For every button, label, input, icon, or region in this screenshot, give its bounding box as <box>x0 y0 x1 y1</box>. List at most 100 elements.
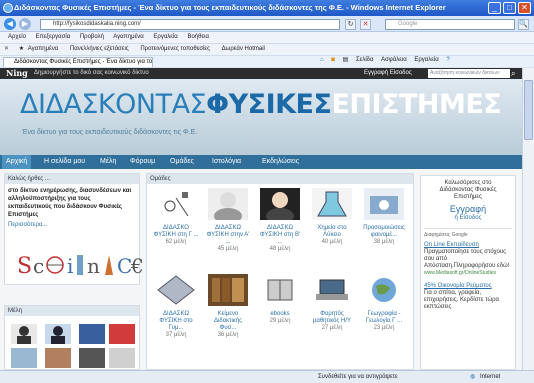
sidebar-login-link[interactable]: ή Είσοδος <box>421 215 515 222</box>
ad1-text: Πραγματοποίησε τους στόχους σου από Απόσ… <box>424 249 510 269</box>
close-window-button[interactable]: ✕ <box>518 2 531 14</box>
search-go-icon[interactable]: 🔍 <box>518 19 529 30</box>
group-name[interactable]: ebooks <box>257 311 303 318</box>
group-item[interactable]: Προσομοιώσεις φαινομέ... 38 μέλη <box>361 188 407 246</box>
cmd-page[interactable]: Σελίδα <box>356 57 374 63</box>
welcome-more-link[interactable]: Περισσότερα... <box>5 222 139 228</box>
links-item-exams[interactable]: Πανελλήνιες εξετάσεις <box>70 46 129 52</box>
sidebar-welcome-line1: Καλωσόρισες στο <box>444 180 492 186</box>
member-avatar[interactable] <box>79 348 105 368</box>
groups-box: Ομάδες ΔΙΔΑΣΚΟ ΦΥΣΙΚΗ στη Γ ... 62 μέλη … <box>146 173 414 370</box>
group-name[interactable]: ΔΙΔΑΣΚΩ ΦΥΣΙΚΗ στη Β' ... <box>257 225 303 246</box>
group-item[interactable]: Γεωγραφία - Γεωλογία Γ ... 23 μέλη <box>361 274 407 332</box>
ning-search-icon[interactable]: ⌕ <box>511 68 515 79</box>
group-name[interactable]: ΔΙΔΑΣΚΩ ΦΥΣΙΚΗ στο Γυμ... <box>153 311 199 332</box>
site-title-part1: ΔΙΔΑΣΚΟΝΤΑΣ <box>20 89 207 120</box>
menu-tools[interactable]: Εργαλεία <box>153 34 177 40</box>
ning-signup-links[interactable]: Εγγραφή Είσοδος <box>364 68 412 79</box>
search-input[interactable]: Google <box>385 19 515 30</box>
minimize-button[interactable]: _ <box>488 2 501 14</box>
sidebar-signup-link[interactable]: Εγγραφή <box>421 204 515 215</box>
svg-text:n: n <box>87 254 100 278</box>
member-avatar[interactable] <box>109 348 135 368</box>
ning-tagline[interactable]: Δημιουργήστε το δικό σας κοινωνικό δίκτυ… <box>34 68 149 79</box>
group-member-count: 45 μέλη <box>217 246 239 252</box>
group-item[interactable]: ΔΙΔΑΣΚΩ ΦΥΣΙΚΗ στη Β' ... 48 μέλη <box>257 188 303 253</box>
tab-current[interactable]: Διδάσκοντας Φυσικές Επιστήμες - Ένα δίκτ… <box>3 57 153 67</box>
ning-logo[interactable]: Ning <box>6 68 28 79</box>
nav-forum[interactable]: Φόρουμ <box>130 155 155 169</box>
member-avatar[interactable] <box>45 348 71 368</box>
group-thumbnail <box>364 274 404 306</box>
links-item-favorites[interactable]: Αγαπημένα <box>28 46 58 52</box>
member-avatar[interactable] <box>79 324 105 344</box>
group-member-count: 27 μέλη <box>321 325 343 331</box>
group-item[interactable]: ΔΙΔΑΣΚΟ ΦΥΣΙΚΗ στη Γ ... 62 μέλη <box>153 188 199 246</box>
group-name[interactable]: ΔΙΔΑΣΚΩ ΦΥΣΙΚΗ στην Α' ... <box>205 225 251 246</box>
stop-button[interactable]: ✕ <box>360 19 371 30</box>
welcome-text: στο δίκτυο ενημέρωσης, διασυνδέσεων και … <box>8 188 132 218</box>
home-icon[interactable]: ⌂ <box>320 57 324 63</box>
status-bar: Συνδεθείτε για να αντιγράψετε ◍ Internet <box>0 370 534 383</box>
group-item[interactable]: Χημεία στο Λύκειο 40 μέλη <box>309 188 355 246</box>
nav-members[interactable]: Μέλη <box>100 155 116 169</box>
member-avatar[interactable] <box>109 324 135 344</box>
group-item[interactable]: ebooks 29 μέλη <box>257 274 303 325</box>
group-name[interactable]: Φορητός μαθητικός Η/Υ <box>309 311 355 325</box>
cmd-safety[interactable]: Ασφάλεια <box>381 57 407 63</box>
url-input[interactable]: http://fysikosdidaskalia.ning.com/ <box>40 19 340 30</box>
group-name[interactable]: ΔΙΔΑΣΚΟ ΦΥΣΙΚΗ στη Γ ... <box>153 225 199 239</box>
cmd-tools[interactable]: Εργαλεία <box>414 57 438 63</box>
site-title[interactable]: ΔΙΔΑΣΚΟΝΤΑΣΦΥΣΙΚΕΣΕΠΙΣΤΗΜΕΣ <box>20 89 502 120</box>
nav-home[interactable]: Αρχική <box>2 155 32 169</box>
links-bar: ✕ ★ Αγαπημένα Πανελλήνιες εξετάσεις Προτ… <box>0 43 534 55</box>
welcome-box: Καλώς ήρθες ... στο δίκτυο ενημέρωσης, δ… <box>4 173 143 285</box>
member-avatar[interactable] <box>45 324 71 344</box>
group-name[interactable]: Κείμενο Διδακτικής Φυσ... <box>205 311 251 332</box>
group-name[interactable]: Προσομοιώσεις φαινομέ... <box>361 225 407 239</box>
links-close-icon[interactable]: ✕ <box>4 46 9 52</box>
ning-search-input[interactable]: Αναζήτηση κοινωνικών δικτύων <box>428 69 510 78</box>
vertical-scrollbar[interactable] <box>522 68 534 370</box>
menu-file[interactable]: Αρχείο <box>8 34 26 40</box>
group-thumbnail <box>260 188 300 224</box>
member-avatar[interactable] <box>11 324 37 344</box>
maximize-button[interactable]: □ <box>503 2 516 14</box>
member-avatar[interactable] <box>11 348 37 368</box>
group-member-count: 62 μέλη <box>165 239 187 245</box>
print-icon[interactable]: ▤ <box>343 57 349 63</box>
group-member-count: 23 μέλη <box>373 325 395 331</box>
menu-help[interactable]: Βοήθεια <box>187 34 209 40</box>
welcome-header: Καλώς ήρθες ... <box>5 174 139 184</box>
group-item[interactable]: Κείμενο Διδακτικής Φυσ... 36 μέλη <box>205 274 251 339</box>
refresh-button[interactable]: ↻ <box>345 19 356 30</box>
links-item-suggested[interactable]: Προτεινόμενες τοποθεσίες <box>140 46 210 52</box>
group-name[interactable]: Χημεία στο Λύκειο <box>309 225 355 239</box>
menu-view[interactable]: Προβολή <box>80 34 104 40</box>
feeds-icon[interactable]: ◙ <box>331 57 335 63</box>
ad1-title-link[interactable]: On Line Εκπαίδευση <box>424 242 512 249</box>
group-item[interactable]: Φορητός μαθητικός Η/Υ 27 μέλη <box>309 274 355 332</box>
menu-favorites[interactable]: Αγαπημένα <box>113 34 143 40</box>
zone-globe-icon: ◍ <box>470 374 476 380</box>
forward-button[interactable]: ▶ <box>19 18 31 30</box>
nav-events[interactable]: Εκδηλώσεις <box>262 155 299 169</box>
nav-my-page[interactable]: Η σελίδα μου <box>44 155 85 169</box>
group-item[interactable]: ΔΙΔΑΣΚΩ ΦΥΣΙΚΗ στο Γυμ... 37 μέλη <box>153 274 199 339</box>
ad2-title-link[interactable]: 45% Οικονομία Ρεύματος <box>424 283 512 290</box>
ads-label: Διαφημίσεις Google <box>424 228 512 239</box>
group-name[interactable]: Γεωγραφία - Γεωλογία Γ ... <box>361 311 407 325</box>
back-button[interactable]: ◀ <box>4 18 16 30</box>
site-subtitle: Ένα δίκτυο για τους εκπαιδευτικούς διδάσ… <box>22 129 198 136</box>
links-item-hotmail[interactable]: Δωρεάν Hotmail <box>222 46 265 52</box>
status-text: Συνδεθείτε για να αντιγράψετε <box>318 374 398 380</box>
group-thumbnail <box>364 188 404 220</box>
group-member-count: 38 μέλη <box>373 239 395 245</box>
help-icon[interactable]: ? <box>446 57 449 63</box>
nav-groups[interactable]: Ομάδες <box>170 155 194 169</box>
ad1-url[interactable]: www.Mediasoft.gr/OnlineStudies <box>424 270 512 277</box>
menu-edit[interactable]: Επεξεργασία <box>36 34 71 40</box>
group-item[interactable]: ΔΙΔΑΣΚΩ ΦΥΣΙΚΗ στην Α' ... 45 μέλη <box>205 188 251 253</box>
nav-blogs[interactable]: Ιστολόγια <box>212 155 241 169</box>
scrollbar-thumb[interactable] <box>524 80 533 140</box>
